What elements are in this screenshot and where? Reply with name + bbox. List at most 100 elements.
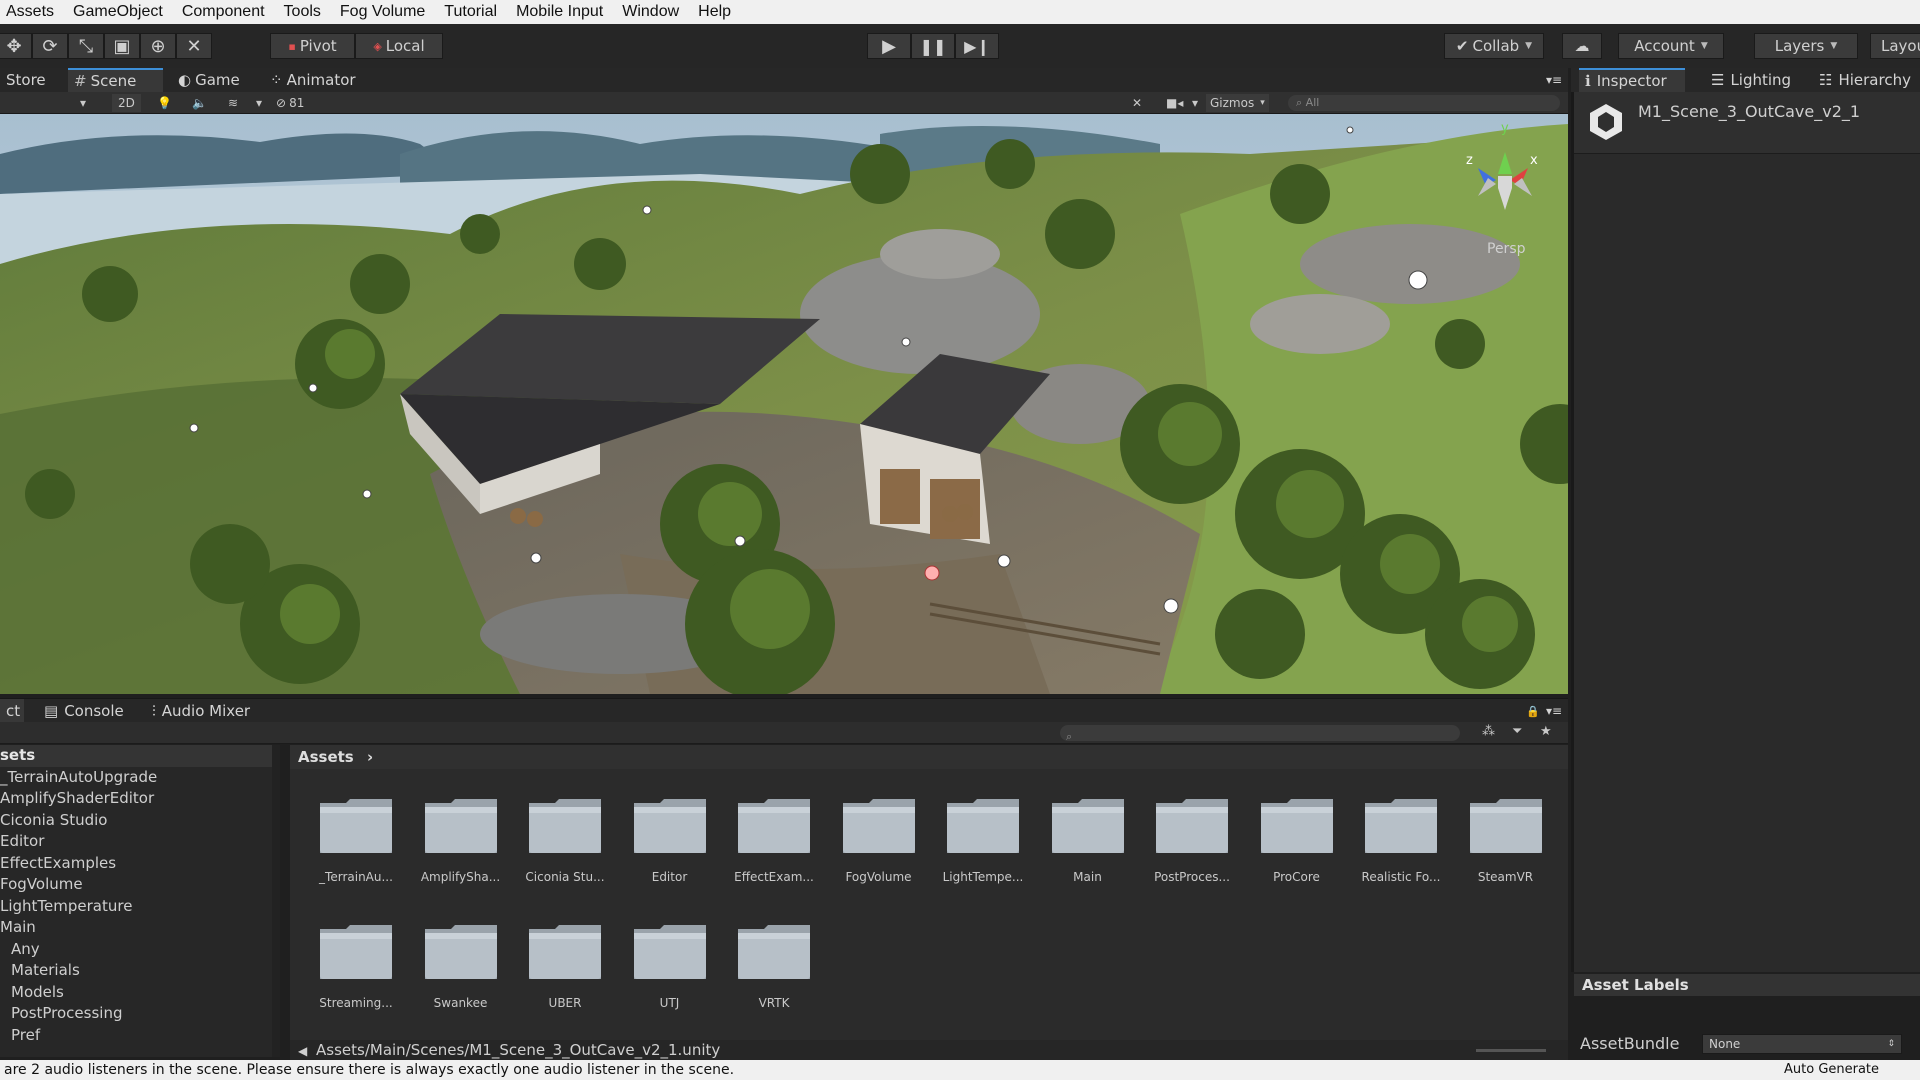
custom-tool-button[interactable]: ✕: [176, 33, 212, 59]
asset-folder[interactable]: Ciconia Stu...: [513, 795, 605, 905]
asset-folder[interactable]: SteamVR: [1454, 795, 1544, 905]
gizmos-dropdown[interactable]: Gizmos ▾: [1206, 94, 1269, 112]
tree-item[interactable]: Ciconia Studio: [0, 810, 278, 832]
rect-tool-button[interactable]: ▣: [104, 33, 140, 59]
tree-item[interactable]: Models: [0, 982, 278, 1004]
asset-folder[interactable]: EffectExam...: [722, 795, 814, 905]
assetbundle-dropdown[interactable]: None ⇕: [1702, 1034, 1902, 1054]
icon-size-slider[interactable]: [1476, 1049, 1546, 1052]
asset-folder[interactable]: _TerrainAu...: [304, 795, 394, 905]
tree-item[interactable]: _TerrainAutoUpgrade: [0, 767, 278, 789]
menu-tools[interactable]: Tools: [284, 3, 321, 21]
tree-item[interactable]: EffectExamples: [0, 853, 278, 875]
collab-dropdown[interactable]: ✔ Collab ▼: [1444, 33, 1544, 59]
asset-folder[interactable]: Swankee: [409, 921, 499, 1031]
pacman-icon: ◐: [178, 71, 192, 89]
auto-generate-lighting[interactable]: Auto Generate Lightin: [1784, 1060, 1920, 1080]
hidden-objects-toggle[interactable]: ⊘ 81: [276, 94, 304, 112]
menu-gameobject[interactable]: GameObject: [73, 3, 163, 21]
play-button[interactable]: ▶: [867, 33, 911, 59]
cloud-button[interactable]: ☁: [1562, 33, 1602, 59]
project-search-input[interactable]: ⌕: [1060, 725, 1460, 743]
asset-folder[interactable]: LightTempe...: [931, 795, 1023, 905]
tab-asset-store[interactable]: Store: [0, 68, 52, 92]
account-dropdown[interactable]: Account ▼: [1618, 33, 1724, 59]
main-toolbar: ✥ ⟳ ⤡ ▣ ⊕ ✕ ▪ Pivot ◈ Local ▶ ❚❚ ▶❙ ✔ Co…: [0, 24, 1920, 68]
tab-console[interactable]: ▤ Console: [38, 699, 130, 723]
pivot-button[interactable]: ▪ Pivot: [270, 33, 355, 59]
tree-item[interactable]: Editor: [0, 831, 278, 853]
local-button[interactable]: ◈ Local: [355, 33, 443, 59]
filter-type-icon[interactable]: ⁂: [1482, 724, 1495, 739]
panel-menu-button[interactable]: ▾≡: [1540, 699, 1568, 723]
menu-tutorial[interactable]: Tutorial: [444, 3, 497, 21]
menu-mobile-input[interactable]: Mobile Input: [516, 3, 603, 21]
transform-tool-button[interactable]: ⊕: [140, 33, 176, 59]
tree-item[interactable]: PostProcessing: [0, 1003, 278, 1025]
asset-folder[interactable]: AmplifySha...: [409, 795, 500, 905]
scene-viewport[interactable]: y z x Persp: [0, 114, 1568, 694]
effects-toggle-icon[interactable]: ≋: [228, 94, 238, 112]
asset-folder[interactable]: FogVolume: [827, 795, 917, 905]
animator-icon: ⁘: [270, 71, 283, 89]
tab-hierarchy[interactable]: ☷ Hierarchy: [1813, 68, 1917, 92]
tree-item[interactable]: AmplifyShaderEditor: [0, 788, 278, 810]
status-message[interactable]: are 2 audio listeners in the scene. Plea…: [4, 1060, 734, 1080]
menu-assets[interactable]: Assets: [6, 3, 54, 21]
tree-item[interactable]: LightTemperature: [0, 896, 278, 918]
asset-folder[interactable]: Streaming...: [304, 921, 394, 1031]
panel-menu-button[interactable]: ▾≡: [1540, 68, 1568, 92]
selected-gizmo[interactable]: [924, 565, 940, 581]
lighting-toggle-icon[interactable]: 💡: [157, 94, 172, 112]
asset-folder[interactable]: UTJ: [618, 921, 708, 1031]
tree-item[interactable]: Pref: [0, 1025, 278, 1047]
rotate-tool-button[interactable]: ⟳: [32, 33, 68, 59]
pause-button[interactable]: ❚❚: [911, 33, 955, 59]
audio-toggle-icon[interactable]: 🔈: [192, 94, 207, 112]
tree-scrollbar[interactable]: [272, 745, 280, 1057]
asset-folder[interactable]: UBER: [513, 921, 603, 1031]
menu-fog-volume[interactable]: Fog Volume: [340, 3, 425, 21]
tab-inspector[interactable]: ℹ Inspector: [1579, 68, 1685, 92]
chevron-down-icon[interactable]: ▾: [80, 94, 86, 112]
tree-item[interactable]: Main: [0, 917, 278, 939]
asset-folder[interactable]: Realistic Fo...: [1349, 795, 1440, 905]
asset-folder[interactable]: VRTK: [722, 921, 812, 1031]
asset-folder[interactable]: PostProces...: [1140, 795, 1230, 905]
layers-dropdown[interactable]: Layers ▼: [1754, 33, 1858, 59]
menu-help[interactable]: Help: [698, 3, 731, 21]
2d-toggle[interactable]: 2D: [112, 94, 141, 112]
layout-dropdown[interactable]: Layou: [1870, 33, 1920, 59]
camera-icon[interactable]: ■◂: [1166, 94, 1183, 112]
tab-lighting[interactable]: ☰ Lighting: [1705, 68, 1797, 92]
step-button[interactable]: ▶❙: [955, 33, 999, 59]
tree-item[interactable]: Materials: [0, 960, 278, 982]
menu-component[interactable]: Component: [182, 3, 265, 21]
folder-label: ProCore: [1273, 870, 1320, 884]
label-icon[interactable]: ⏷: [1512, 724, 1522, 739]
star-icon[interactable]: ★: [1540, 724, 1552, 739]
asset-folder[interactable]: ProCore: [1245, 795, 1335, 905]
scale-tool-button[interactable]: ⤡: [68, 33, 104, 59]
tree-item[interactable]: FogVolume: [0, 874, 278, 896]
tab-scene[interactable]: # Scene: [68, 68, 163, 92]
tree-item[interactable]: Any: [0, 939, 278, 961]
tools-icon[interactable]: ✕: [1132, 94, 1142, 112]
chevron-down-icon: ▼: [1830, 41, 1838, 51]
tree-root[interactable]: sets: [0, 745, 278, 767]
move-tool-button[interactable]: ✥: [0, 33, 32, 59]
asset-folder[interactable]: Editor: [618, 795, 708, 905]
asset-labels-header[interactable]: Asset Labels: [1574, 974, 1920, 996]
chevron-down-icon[interactable]: ▾: [256, 94, 262, 112]
local-label: Local: [385, 37, 425, 55]
menu-window[interactable]: Window: [622, 3, 679, 21]
folder-icon: [1365, 799, 1437, 853]
scene-search-input[interactable]: ⌕ All: [1288, 95, 1560, 111]
tab-project[interactable]: ct: [0, 699, 24, 723]
breadcrumb-assets[interactable]: Assets: [298, 748, 354, 766]
tab-game[interactable]: ◐ Game: [172, 68, 246, 92]
tab-audio-mixer[interactable]: ⫶ Audio Mixer: [146, 699, 256, 723]
chevron-down-icon[interactable]: ▾: [1192, 94, 1198, 112]
tab-animator[interactable]: ⁘ Animator: [264, 68, 362, 92]
asset-folder[interactable]: Main: [1036, 795, 1126, 905]
